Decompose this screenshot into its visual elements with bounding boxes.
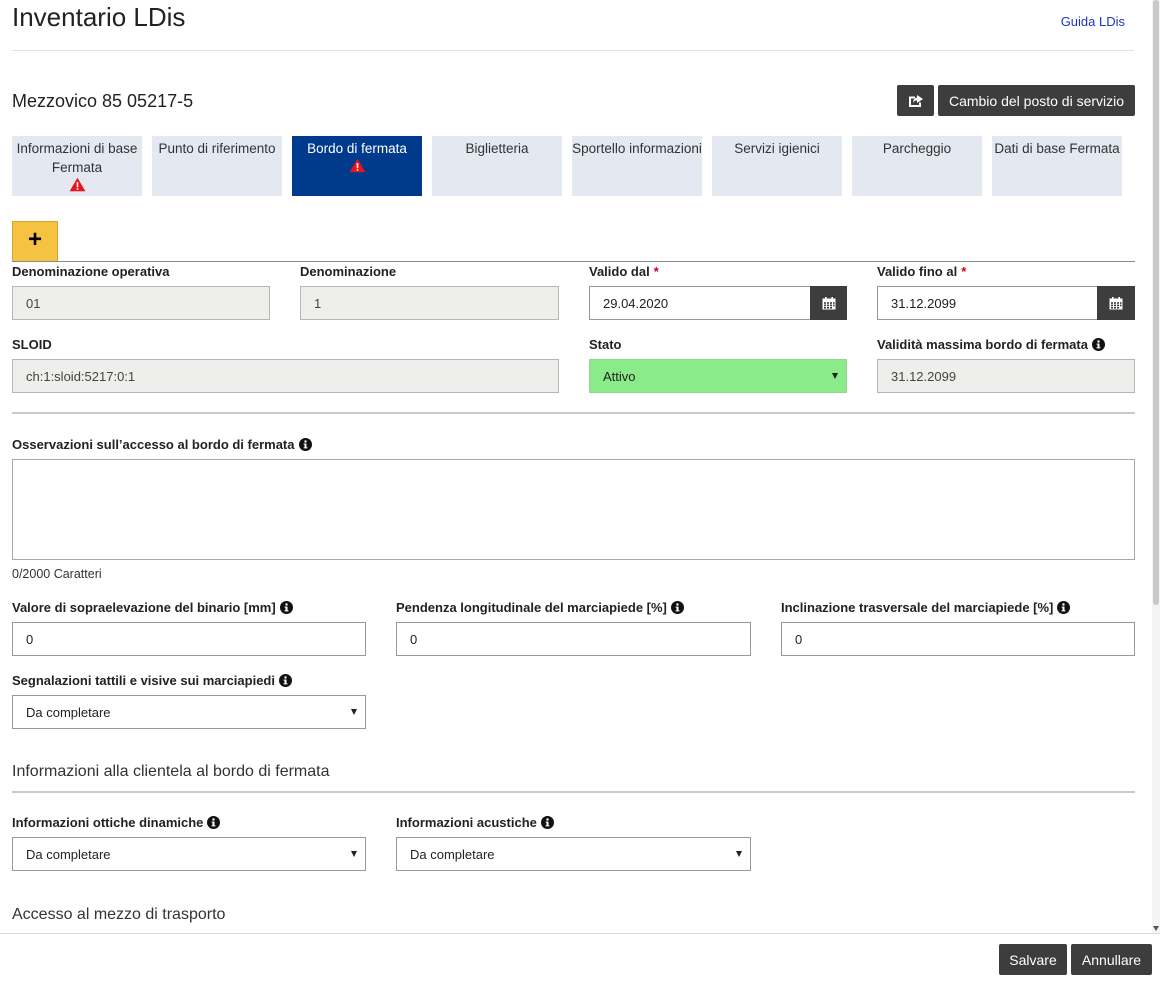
long-slope-label: Pendenza longitudinale del marciapiede [… — [396, 600, 684, 615]
status-select[interactable]: Attivo — [589, 359, 847, 393]
max-validity-field: 31.12.2099 — [877, 359, 1135, 393]
optical-info-select[interactable]: Da completare — [12, 837, 366, 871]
warning-icon — [349, 158, 366, 173]
valid-from-field[interactable]: 29.04.2020 — [589, 286, 811, 320]
help-link[interactable]: Guida LDis — [1061, 14, 1125, 29]
cancel-button[interactable]: Annullare — [1071, 944, 1152, 975]
section-divider — [12, 791, 1135, 793]
tab-label: Biglietteria — [465, 141, 529, 156]
calendar-icon — [822, 297, 836, 310]
optical-info-label: Informazioni ottiche dinamiche — [12, 815, 220, 830]
optical-info-value: Da completare — [26, 846, 111, 862]
chevron-down-icon — [832, 373, 838, 379]
section-divider — [12, 412, 1135, 414]
tab-toilets[interactable]: Servizi igienici — [712, 136, 842, 196]
main-scroll-area[interactable]: Inventario LDis Guida LDis Mezzovico 85 … — [0, 0, 1160, 933]
header-divider — [12, 50, 1134, 51]
chevron-down-icon — [351, 709, 357, 715]
required-mark: * — [653, 264, 659, 279]
station-name: Mezzovico 85 05217-5 — [12, 91, 194, 111]
info-icon[interactable] — [671, 601, 684, 614]
status-value: Attivo — [603, 368, 636, 384]
valid-to-field[interactable]: 31.12.2099 — [877, 286, 1098, 320]
character-counter: 0/2000 Caratteri — [12, 567, 102, 581]
tactile-select[interactable]: Da completare — [12, 695, 366, 729]
op-name-label: Denominazione operativa — [12, 264, 170, 279]
acoustic-info-select[interactable]: Da completare — [396, 837, 751, 871]
scroll-down-arrow[interactable] — [1153, 926, 1159, 931]
tab-label: Informazioni di base Fermata — [16, 141, 138, 175]
name-field: 1 — [300, 286, 559, 320]
sloid-field: ch:1:sloid:5217:0:1 — [12, 359, 559, 393]
info-icon[interactable] — [541, 816, 554, 829]
calendar-icon — [1109, 297, 1123, 310]
cross-slope-input[interactable]: 0 — [781, 622, 1135, 656]
tab-label: Punto di riferimento — [158, 141, 276, 156]
long-slope-input[interactable]: 0 — [396, 622, 751, 656]
status-label: Stato — [589, 337, 622, 352]
elevation-label: Valore di sopraelevazione del binario [m… — [12, 600, 293, 615]
tab-platform-edge[interactable]: Bordo di fermata — [292, 136, 422, 196]
vertical-scrollbar[interactable] — [1152, 0, 1160, 933]
tab-basic-info[interactable]: Informazioni di base Fermata — [12, 136, 142, 196]
tab-reference-point[interactable]: Punto di riferimento — [152, 136, 282, 196]
save-button[interactable]: Salvare — [999, 944, 1067, 975]
tactile-value: Da completare — [26, 704, 111, 720]
info-icon[interactable] — [1092, 338, 1105, 351]
sloid-label: SLOID — [12, 337, 52, 352]
customer-info-heading: Informazioni alla clientela al bordo di … — [12, 763, 330, 780]
valid-from-calendar-button[interactable] — [810, 286, 847, 320]
tab-info-desk[interactable]: Sportello informazioni — [572, 136, 702, 196]
tab-stop-base-data[interactable]: Dati di base Fermata — [992, 136, 1122, 196]
tab-parking[interactable]: Parcheggio — [852, 136, 982, 196]
info-icon[interactable] — [1057, 601, 1070, 614]
tactile-label: Segnalazioni tattili e visive sui marcia… — [12, 673, 292, 688]
tab-ticket-office[interactable]: Biglietteria — [432, 136, 562, 196]
cross-slope-label: Inclinazione trasversale del marciapiede… — [781, 600, 1070, 615]
name-label: Denominazione — [300, 264, 397, 279]
valid-from-label: Valido dal * — [589, 264, 659, 279]
valid-to-label: Valido fino al * — [877, 264, 967, 279]
observations-textarea[interactable] — [12, 459, 1135, 560]
chevron-down-icon — [736, 851, 742, 857]
valid-to-calendar-button[interactable] — [1097, 286, 1135, 320]
acoustic-info-label: Informazioni acustiche — [396, 815, 554, 830]
tab-label: Sportello informazioni — [572, 141, 702, 156]
tab-label: Bordo di fermata — [307, 141, 407, 156]
page-title: Inventario LDis — [12, 2, 186, 32]
footer-bar: Salvare Annullare — [0, 933, 1160, 983]
warning-icon — [69, 177, 86, 192]
chevron-down-icon — [351, 851, 357, 857]
elevation-input[interactable]: 0 — [12, 622, 366, 656]
op-name-field: 01 — [12, 286, 270, 320]
section-divider — [12, 261, 1135, 262]
scrollbar-thumb[interactable] — [1153, 0, 1159, 605]
max-validity-label: Validità massima bordo di fermata — [877, 337, 1105, 352]
acoustic-info-value: Da completare — [410, 846, 495, 862]
share-icon — [908, 94, 923, 107]
required-mark: * — [961, 264, 967, 279]
tab-label: Dati di base Fermata — [994, 141, 1120, 156]
info-icon[interactable] — [279, 674, 292, 687]
info-icon[interactable] — [299, 438, 312, 451]
observations-label: Osservazioni sull’accesso al bordo di fe… — [12, 437, 312, 452]
change-service-point-button[interactable]: Cambio del posto di servizio — [938, 85, 1135, 116]
info-icon[interactable] — [207, 816, 220, 829]
info-icon[interactable] — [280, 601, 293, 614]
access-heading: Accesso al mezzo di trasporto — [12, 906, 226, 923]
tab-label: Servizi igienici — [734, 141, 820, 156]
add-platform-edge-button[interactable]: + — [12, 221, 58, 261]
tab-label: Parcheggio — [882, 141, 952, 156]
share-button[interactable] — [897, 85, 934, 116]
